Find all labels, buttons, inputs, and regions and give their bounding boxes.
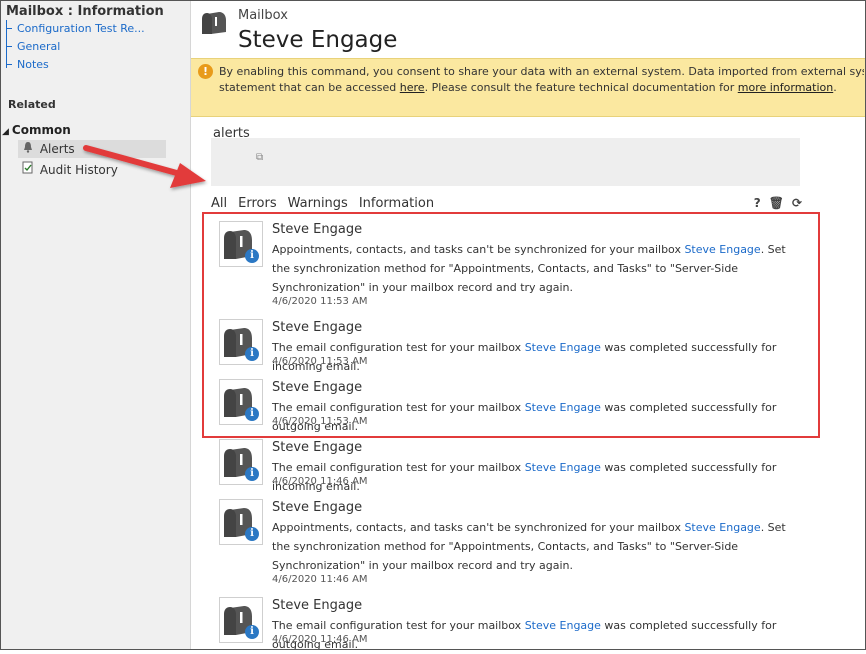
annotation-arrow — [83, 145, 206, 188]
